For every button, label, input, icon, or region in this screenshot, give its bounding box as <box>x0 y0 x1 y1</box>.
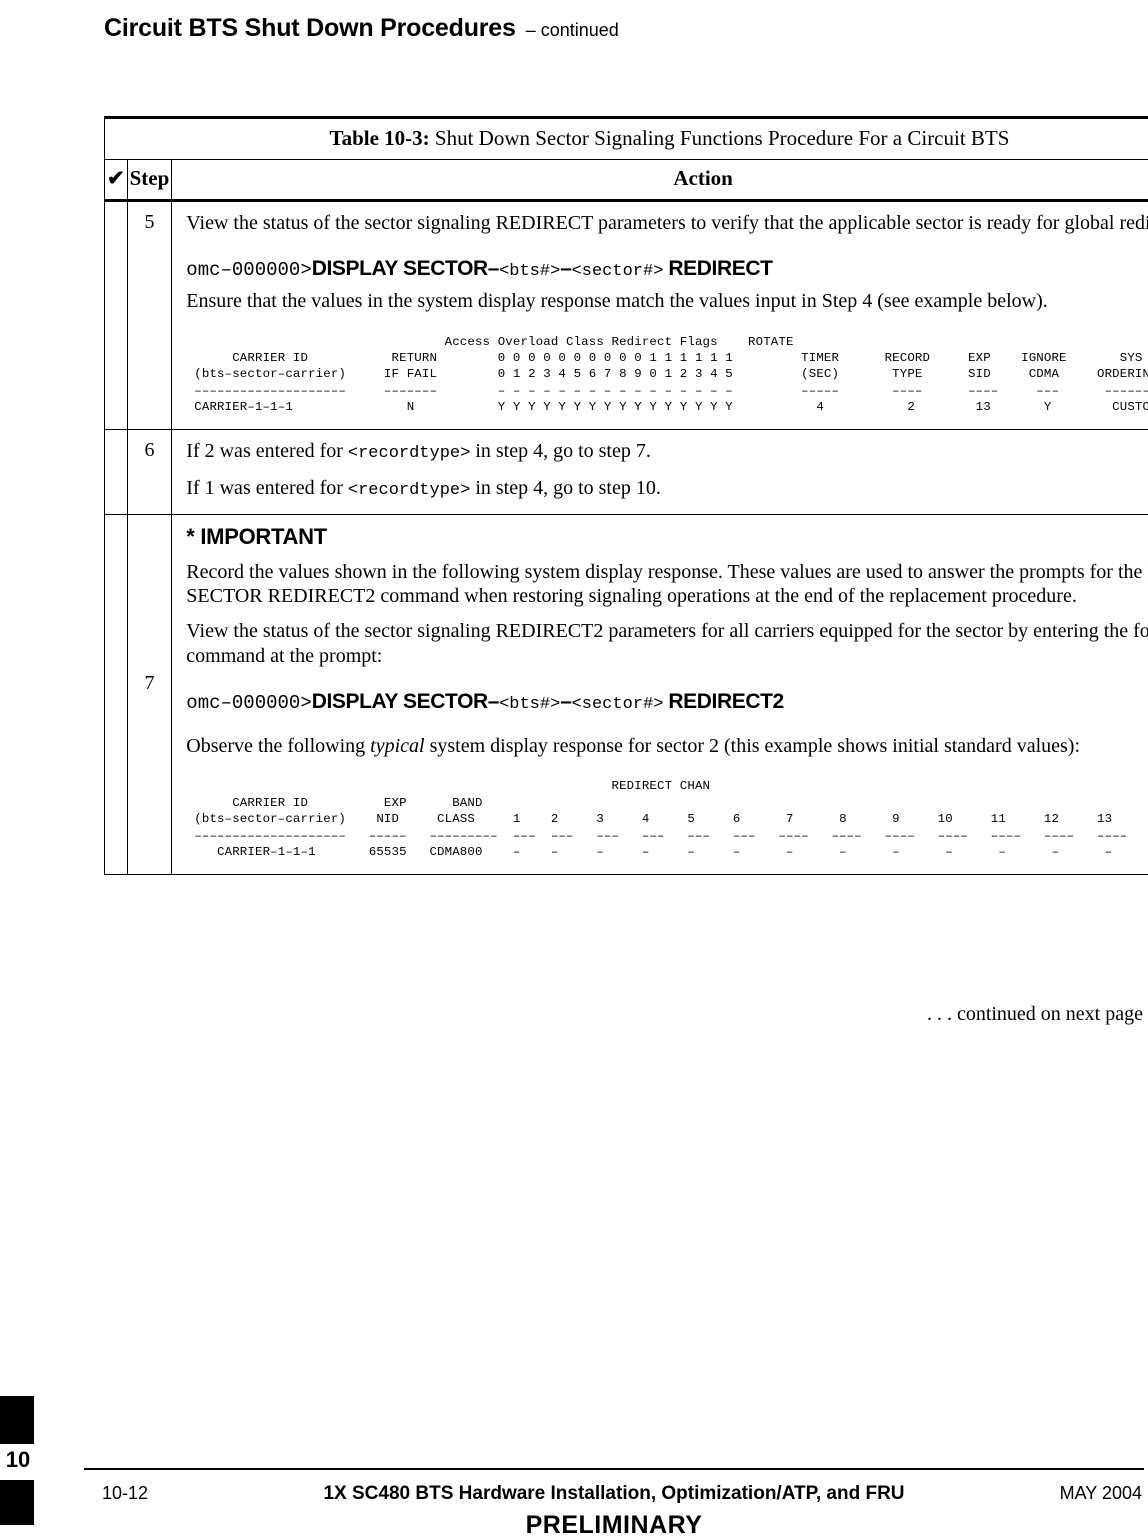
action-cell-step-7: * IMPORTANT Record the values shown in t… <box>172 514 1148 874</box>
step-6-line-1: If 2 was entered for <recordtype> in ste… <box>186 439 1148 465</box>
chapter-tab-lower <box>0 1480 34 1525</box>
step-number-5: 5 <box>127 201 172 430</box>
checkbox-cell-step-6[interactable] <box>105 430 128 514</box>
table-row: 6 If 2 was entered for <recordtype> in s… <box>105 430 1148 514</box>
footer-status: PRELIMINARY <box>84 1511 1144 1540</box>
observe-italic: typical <box>370 735 424 757</box>
observe-post: system display response for sector 2 (th… <box>425 735 1080 757</box>
page-title-continued: – continued <box>516 20 619 40</box>
command-arg-bts: <bts#> <box>499 695 560 714</box>
step-6-line-1-post: in step 4, go to step 7. <box>470 440 651 462</box>
command-keyword-1: DISPLAY SECTOR– <box>312 690 499 713</box>
column-header-step: Step <box>127 160 172 201</box>
table-caption-text: Shut Down Sector Signaling Functions Pro… <box>430 126 1010 150</box>
step-6-line-1-pre: If 2 was entered for <box>186 440 348 462</box>
command-separator: – <box>560 690 571 713</box>
step-number-7-column: 7 <box>127 514 172 874</box>
step-number-6: 6 <box>127 430 172 514</box>
footer-divider <box>84 1468 1144 1470</box>
command-arg-sector: <sector#> <box>572 262 664 281</box>
step-6-line-2-post: in step 4, go to step 10. <box>470 477 661 499</box>
command-arg-sector: <sector#> <box>572 695 664 714</box>
table-caption-row: Table 10-3: Shut Down Sector Signaling F… <box>105 118 1148 160</box>
step-7-observe-text: Observe the following typical system dis… <box>186 734 1148 758</box>
step-5-command-line: omc–000000>DISPLAY SECTOR–<bts#>–<sector… <box>186 256 1148 283</box>
action-cell-step-6: If 2 was entered for <recordtype> in ste… <box>172 430 1148 514</box>
page-title: Circuit BTS Shut Down Procedures <box>104 14 516 42</box>
command-prompt: omc–000000> <box>186 692 311 714</box>
system-display-output-redirect: Access Overload Class Redirect Flags ROT… <box>194 334 1148 416</box>
step-6-line-2-recordtype: <recordtype> <box>348 481 470 500</box>
command-keyword-1: DISPLAY SECTOR– <box>312 257 499 280</box>
step-7-intro-text: View the status of the sector signaling … <box>186 619 1148 668</box>
chapter-tab-upper <box>0 1396 34 1444</box>
table-caption: Table 10-3: Shut Down Sector Signaling F… <box>105 118 1148 160</box>
table-caption-label: Table 10-3: <box>329 126 429 150</box>
checkbox-cell-step-5[interactable] <box>105 201 128 430</box>
page-header: Circuit BTS Shut Down Procedures– contin… <box>104 14 1144 43</box>
command-keyword-2: REDIRECT <box>668 257 772 280</box>
footer-date: MAY 2004 <box>1060 1483 1142 1504</box>
table-row: 7 * IMPORTANT Record the values shown in… <box>105 514 1148 874</box>
table-row: 5 View the status of the sector signalin… <box>105 201 1148 430</box>
step-5-ensure-text: Ensure that the values in the system dis… <box>186 289 1148 313</box>
step-number-7: 7 <box>130 672 170 695</box>
checkbox-cell-step-7[interactable] <box>105 514 128 874</box>
system-display-output-redirect2: REDIRECT CHAN CARRIER ID EXP BAND (bts–s… <box>194 778 1148 860</box>
observe-pre: Observe the following <box>186 735 370 757</box>
chapter-number: 10 <box>3 1443 33 1477</box>
step-7-command-line: omc–000000>DISPLAY SECTOR–<bts#>–<sector… <box>186 689 1148 716</box>
procedure-table: Table 10-3: Shut Down Sector Signaling F… <box>104 116 1148 875</box>
important-heading: * IMPORTANT <box>186 524 1148 551</box>
step-6-line-1-recordtype: <recordtype> <box>348 444 470 463</box>
important-body-text: Record the values shown in the following… <box>186 560 1148 609</box>
command-separator: – <box>560 257 571 280</box>
column-header-check: ✔ <box>105 160 128 201</box>
command-keyword-2: REDIRECT2 <box>668 690 783 713</box>
action-cell-step-5: View the status of the sector signaling … <box>172 201 1148 430</box>
step-6-line-2: If 1 was entered for <recordtype> in ste… <box>186 476 1148 502</box>
step-6-line-2-pre: If 1 was entered for <box>186 477 348 499</box>
command-arg-bts: <bts#> <box>499 262 560 281</box>
continued-on-next-page-note: . . . continued on next page <box>104 1003 1143 1026</box>
column-header-action: Action <box>172 160 1148 201</box>
footer-document-title: 1X SC480 BTS Hardware Installation, Opti… <box>84 1483 1144 1505</box>
step-5-intro-text: View the status of the sector signaling … <box>186 211 1148 235</box>
table-header-row: ✔ Step Action <box>105 160 1148 201</box>
command-prompt: omc–000000> <box>186 259 311 281</box>
